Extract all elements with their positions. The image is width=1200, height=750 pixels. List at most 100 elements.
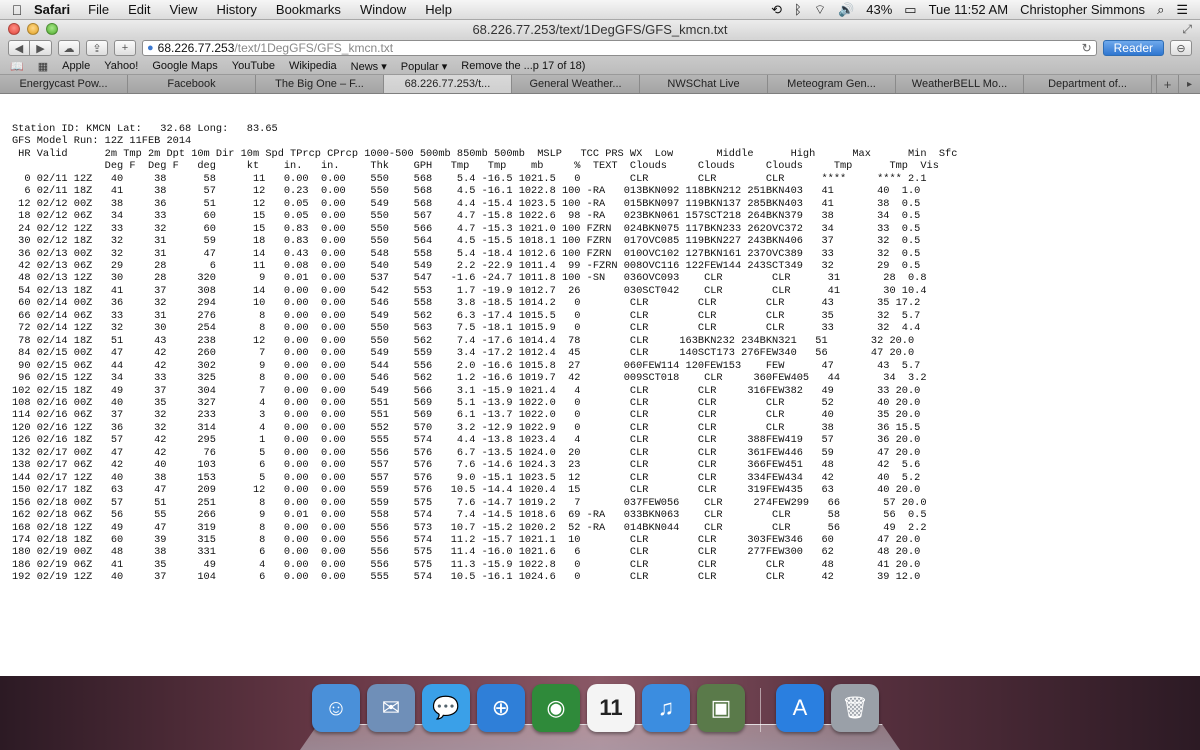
- share-icon: ⇪: [92, 42, 102, 55]
- bookmark-yahoo[interactable]: Yahoo!: [104, 60, 138, 72]
- reload-icon[interactable]: ↻: [1082, 41, 1092, 55]
- tab-the-big-one[interactable]: The Big One – F...: [256, 75, 384, 93]
- nav-buttons: ◀ ▶: [8, 40, 52, 56]
- table-row: 150 02/17 18Z 63 47 209 12 0.00 0.00 559…: [12, 484, 921, 497]
- safari-icon[interactable]: ⊕: [477, 684, 525, 732]
- plus-icon: +: [121, 42, 129, 54]
- menu-bar:  Safari File Edit View History Bookmark…: [0, 0, 1200, 20]
- table-row: 54 02/13 18Z 41 37 308 14 0.00 0.00 542 …: [12, 284, 927, 297]
- top-sites-icon[interactable]: ▦: [38, 60, 48, 73]
- browser-window: 68.226.77.253/text/1DegGFS/GFS_kmcn.txt …: [0, 20, 1200, 676]
- radar-app-icon[interactable]: ◉: [532, 684, 580, 732]
- bookmark-google-maps[interactable]: Google Maps: [152, 60, 217, 72]
- tab-energycast[interactable]: Energycast Pow...: [0, 75, 128, 93]
- messages-icon[interactable]: 💬: [422, 684, 470, 732]
- table-row: 48 02/13 12Z 30 28 320 9 0.01 0.00 537 5…: [12, 272, 927, 285]
- status-area: ⟲ ᛒ ⌔ 🔊 43% ▭ Tue 11:52 AM Christopher S…: [771, 2, 1200, 18]
- table-row: 174 02/18 18Z 60 39 315 8 0.00 0.00 556 …: [12, 533, 921, 546]
- icloud-tabs-button[interactable]: ☁: [58, 40, 80, 56]
- calendar-icon[interactable]: 11: [587, 684, 635, 732]
- new-tab-button[interactable]: +: [1156, 75, 1178, 93]
- spotlight-icon[interactable]: ⌕: [1157, 2, 1164, 18]
- table-row: 102 02/15 18Z 49 37 304 7 0.00 0.00 549 …: [12, 384, 921, 397]
- reading-list-icon[interactable]: 📖: [10, 60, 24, 73]
- address-bar[interactable]: ● 68.226.77.253/text/1DegGFS/GFS_kmcn.tx…: [142, 40, 1097, 56]
- itunes-icon[interactable]: ♫: [642, 684, 690, 732]
- volume-icon[interactable]: 🔊: [838, 2, 854, 18]
- user-name[interactable]: Christopher Simmons: [1020, 2, 1145, 17]
- battery-icon[interactable]: ▭: [904, 2, 916, 18]
- menu-bookmarks[interactable]: Bookmarks: [276, 2, 341, 17]
- menu-help[interactable]: Help: [425, 2, 452, 17]
- close-window-button[interactable]: [8, 23, 20, 35]
- bookmark-popular[interactable]: Popular ▾: [401, 60, 448, 73]
- download-icon: ⊖: [1176, 42, 1186, 55]
- menu-edit[interactable]: Edit: [128, 2, 150, 17]
- table-row: 84 02/15 00Z 47 42 260 7 0.00 0.00 549 5…: [12, 347, 915, 360]
- dock-icons: ☺ ✉ 💬 ⊕ ◉ 11 ♫ ▣ A 🗑: [312, 684, 879, 732]
- page-content: Station ID: KMCN Lat: 32.68 Long: 83.65 G…: [0, 115, 1200, 676]
- table-row: 90 02/15 06Z 44 42 302 9 0.00 0.00 544 5…: [12, 359, 921, 372]
- column-header-2: Deg F Deg F deg kt in. in. Thk GPH Tmp T…: [12, 160, 939, 173]
- table-row: 108 02/16 00Z 40 35 327 4 0.00 0.00 551 …: [12, 396, 921, 409]
- app-store-icon[interactable]: A: [776, 684, 824, 732]
- minimize-window-button[interactable]: [27, 23, 39, 35]
- back-icon: ◀: [14, 42, 24, 55]
- cloud-icon: ☁: [63, 42, 75, 55]
- clock[interactable]: Tue 11:52 AM: [929, 2, 1009, 17]
- tab-meteogram[interactable]: Meteogram Gen...: [768, 75, 896, 93]
- table-row: 60 02/14 00Z 36 32 294 10 0.00 0.00 546 …: [12, 297, 921, 310]
- table-row: 24 02/12 12Z 33 32 60 15 0.83 0.00 550 5…: [12, 222, 921, 235]
- zoom-window-button[interactable]: [46, 23, 58, 35]
- photo-booth-icon[interactable]: ▣: [697, 684, 745, 732]
- globe-icon: ●: [147, 42, 154, 54]
- forecast-rows: 0 02/11 12Z 40 38 58 11 0.00 0.00 550 56…: [12, 173, 957, 584]
- bookmark-youtube[interactable]: YouTube: [232, 60, 275, 72]
- tab-overflow-icon[interactable]: ▸: [1178, 75, 1200, 93]
- tab-weatherbell[interactable]: WeatherBELL Mo...: [896, 75, 1024, 93]
- bookmarks-bar: 📖 ▦ Apple Yahoo! Google Maps YouTube Wik…: [0, 58, 1200, 75]
- table-row: 18 02/12 06Z 34 33 60 15 0.05 0.00 550 5…: [12, 210, 921, 223]
- bookmark-apple[interactable]: Apple: [62, 60, 90, 72]
- mail-icon[interactable]: ✉: [367, 684, 415, 732]
- battery-percent[interactable]: 43%: [866, 2, 892, 17]
- time-machine-icon[interactable]: ⟲: [771, 2, 782, 18]
- trash-icon[interactable]: 🗑: [831, 684, 879, 732]
- share-button[interactable]: ⇪: [86, 40, 108, 56]
- table-row: 36 02/13 00Z 32 31 47 14 0.43 0.00 548 5…: [12, 247, 921, 260]
- dock-separator: [760, 688, 761, 732]
- menu-app-name[interactable]: Safari: [34, 2, 70, 17]
- tab-department[interactable]: Department of...: [1024, 75, 1152, 93]
- tab-facebook[interactable]: Facebook: [128, 75, 256, 93]
- wifi-icon[interactable]: ⌔: [814, 2, 826, 18]
- tab-gfs-kmcn[interactable]: 68.226.77.253/t...: [384, 75, 512, 93]
- table-row: 78 02/14 18Z 51 43 238 12 0.00 0.00 550 …: [12, 334, 915, 347]
- forecast-text: Station ID: KMCN Lat: 32.68 Long: 83.65 G…: [12, 123, 957, 584]
- downloads-button[interactable]: ⊖: [1170, 40, 1192, 56]
- back-button[interactable]: ◀: [8, 40, 30, 56]
- address-path: /text/1DegGFS/GFS_kmcn.txt: [234, 41, 394, 55]
- reader-button[interactable]: Reader: [1102, 40, 1164, 56]
- table-row: 0 02/11 12Z 40 38 58 11 0.00 0.00 550 56…: [12, 172, 927, 185]
- menu-file[interactable]: File: [88, 2, 109, 17]
- forward-button[interactable]: ▶: [30, 40, 52, 56]
- bookmark-news[interactable]: News ▾: [351, 60, 387, 73]
- menu-window[interactable]: Window: [360, 2, 406, 17]
- table-row: 126 02/16 18Z 57 42 295 1 0.00 0.00 555 …: [12, 434, 921, 447]
- bookmark-wikipedia[interactable]: Wikipedia: [289, 60, 337, 72]
- bluetooth-icon[interactable]: ᛒ: [794, 2, 802, 17]
- list-icon[interactable]: ☰: [1176, 2, 1188, 18]
- table-row: 96 02/15 12Z 34 33 325 8 0.00 0.00 546 5…: [12, 372, 927, 385]
- finder-icon[interactable]: ☺: [312, 684, 360, 732]
- add-bookmark-button[interactable]: +: [114, 40, 136, 56]
- table-row: 156 02/18 00Z 57 51 251 8 0.00 0.00 559 …: [12, 496, 927, 509]
- apple-icon[interactable]: : [0, 2, 34, 18]
- menu-history[interactable]: History: [216, 2, 256, 17]
- fullscreen-icon[interactable]: ⤢: [1182, 22, 1192, 37]
- tab-general-weather[interactable]: General Weather...: [512, 75, 640, 93]
- tab-nwschat[interactable]: NWSChat Live: [640, 75, 768, 93]
- menu-view[interactable]: View: [170, 2, 198, 17]
- bookmark-remove[interactable]: Remove the ...p 17 of 18): [461, 60, 585, 72]
- title-bar: 68.226.77.253/text/1DegGFS/GFS_kmcn.txt …: [0, 20, 1200, 38]
- table-row: 66 02/14 06Z 33 31 276 8 0.00 0.00 549 5…: [12, 309, 921, 322]
